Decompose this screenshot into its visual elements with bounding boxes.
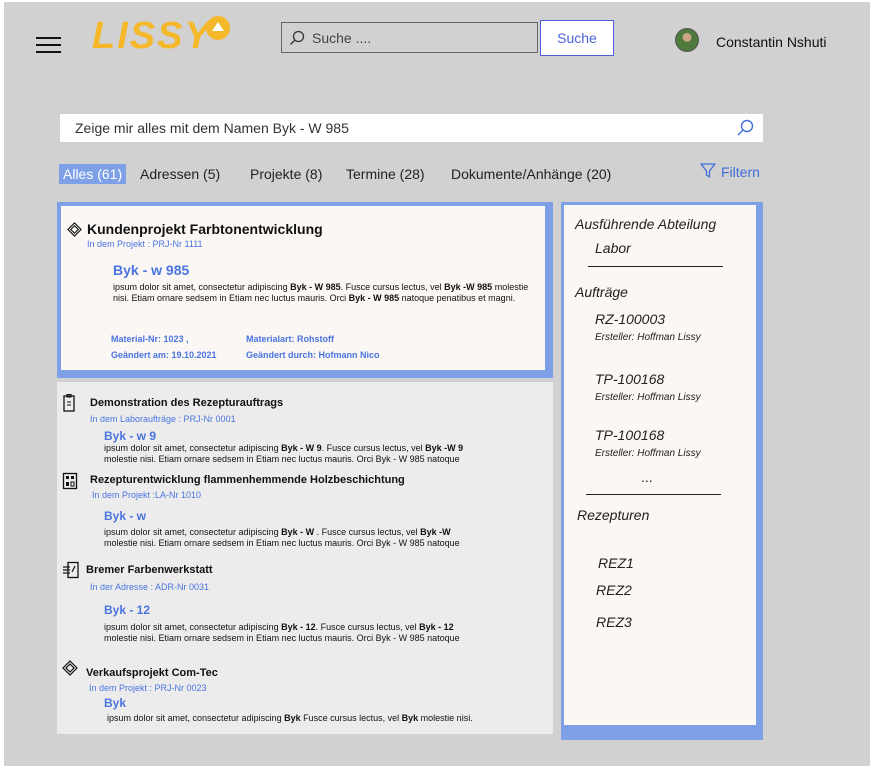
recipes-title: Rezepturen [577,507,650,523]
address-icon [62,561,80,584]
order-id[interactable]: TP-100168 [595,427,664,443]
details-sidebar: Ausführende Abteilung Labor Aufträge RZ-… [561,202,763,740]
result-match[interactable]: Byk - 12 [104,603,150,617]
device-icon [62,393,76,417]
recipe-item[interactable]: REZ3 [596,614,632,630]
main-search-query[interactable]: Zeige mir alles mit dem Namen Byk - W 98… [75,120,727,136]
more-ellipsis[interactable]: ... [641,469,653,485]
main-search-field[interactable]: Zeige mir alles mit dem Namen Byk - W 98… [60,114,763,142]
result-title[interactable]: Bremer Farbenwerkstatt [86,564,213,576]
featured-match[interactable]: Byk - w 985 [113,262,189,278]
logo: LISSY [92,15,212,57]
order-creator: Ersteller: Hoffman Lissy [595,392,701,403]
result-snippet: ipsum dolor sit amet, consectetur adipis… [104,443,464,453]
result-subtitle: In dem Projekt :LA-Nr 1010 [92,490,202,500]
department-value: Labor [595,240,631,256]
header-search-field[interactable] [281,22,538,53]
result-subtitle: In der Adresse : ADR-Nr 0031 [90,582,210,592]
tab-dokumente[interactable]: Dokumente/Anhänge (20) [447,164,615,184]
result-match[interactable]: Byk - w [104,509,146,523]
result-title[interactable]: Rezepturentwicklung flammenhemmende Holz… [90,474,405,486]
recipe-item[interactable]: REZ1 [598,555,634,571]
result-snippet-line2: molestie nisi. Etiam ornare sedsem in Et… [104,633,460,643]
order-creator: Ersteller: Hoffman Lissy [595,448,701,459]
result-snippet: ipsum dolor sit amet, consectetur adipis… [104,622,454,632]
result-snippet-line2: molestie nisi. Etiam ornare sedsem in Et… [104,538,460,548]
diamond-project-icon [67,222,82,242]
user-name[interactable]: Constantin Nshuti [716,34,827,50]
department-title: Ausführende Abteilung [575,216,717,232]
filter-icon [700,162,716,181]
avatar[interactable] [675,28,699,52]
divider [588,266,723,267]
result-snippet: ipsum dolor sit amet, consectetur adipis… [104,527,451,537]
header-search-input[interactable] [312,29,512,46]
material-nr: Material-Nr: 1023 , [111,334,189,344]
featured-snippet: ipsum dolor sit amet, consectetur adipis… [113,282,529,303]
tab-projekte[interactable]: Projekte (8) [246,164,326,184]
result-title[interactable]: Verkaufsprojekt Com-Tec [86,667,218,679]
featured-result-card[interactable]: Kundenprojekt Farbtonentwicklung In dem … [57,202,553,378]
result-match[interactable]: Byk [104,696,126,710]
result-snippet-line2: molestie nisi. Etiam ornare sedsem in Et… [104,454,460,464]
changed-on: Geändert am: 19.10.2021 [111,350,217,360]
result-title[interactable]: Demonstration des Rezepturauftrags [90,397,283,409]
changed-by: Geändert durch: Hofmann Nico [246,350,380,360]
order-creator: Ersteller: Hoffman Lissy [595,332,701,343]
featured-subtitle: In dem Projekt : PRJ-Nr 1111 [87,239,203,249]
result-snippet: ipsum dolor sit amet, consectetur adipis… [107,713,473,723]
result-subtitle: In dem Projekt : PRJ-Nr 0023 [89,683,207,693]
recipe-item[interactable]: REZ2 [596,582,632,598]
order-id[interactable]: TP-100168 [595,371,664,387]
search-icon[interactable] [727,119,763,137]
panel-icon [62,472,78,495]
order-id[interactable]: RZ-100003 [595,311,665,327]
featured-title[interactable]: Kundenprojekt Farbtonentwicklung [87,221,323,237]
menu-icon[interactable] [36,37,61,53]
search-button[interactable]: Suche [540,20,614,56]
orders-title: Aufträge [575,284,628,300]
material-art: Materialart: Rohstoff [246,334,335,344]
tab-adressen[interactable]: Adressen (5) [136,164,224,184]
divider [586,494,721,495]
result-subtitle: In dem Laboraufträge : PRJ-Nr 0001 [90,414,236,424]
result-match[interactable]: Byk - w 9 [104,429,156,443]
filter-button[interactable]: Filtern [700,162,760,181]
diamond-project-icon [62,660,78,681]
logo-badge-icon [206,16,230,40]
tab-termine[interactable]: Termine (28) [342,164,429,184]
search-icon [282,30,312,46]
tab-alles[interactable]: Alles (61) [59,164,127,184]
filter-label: Filtern [721,163,760,180]
